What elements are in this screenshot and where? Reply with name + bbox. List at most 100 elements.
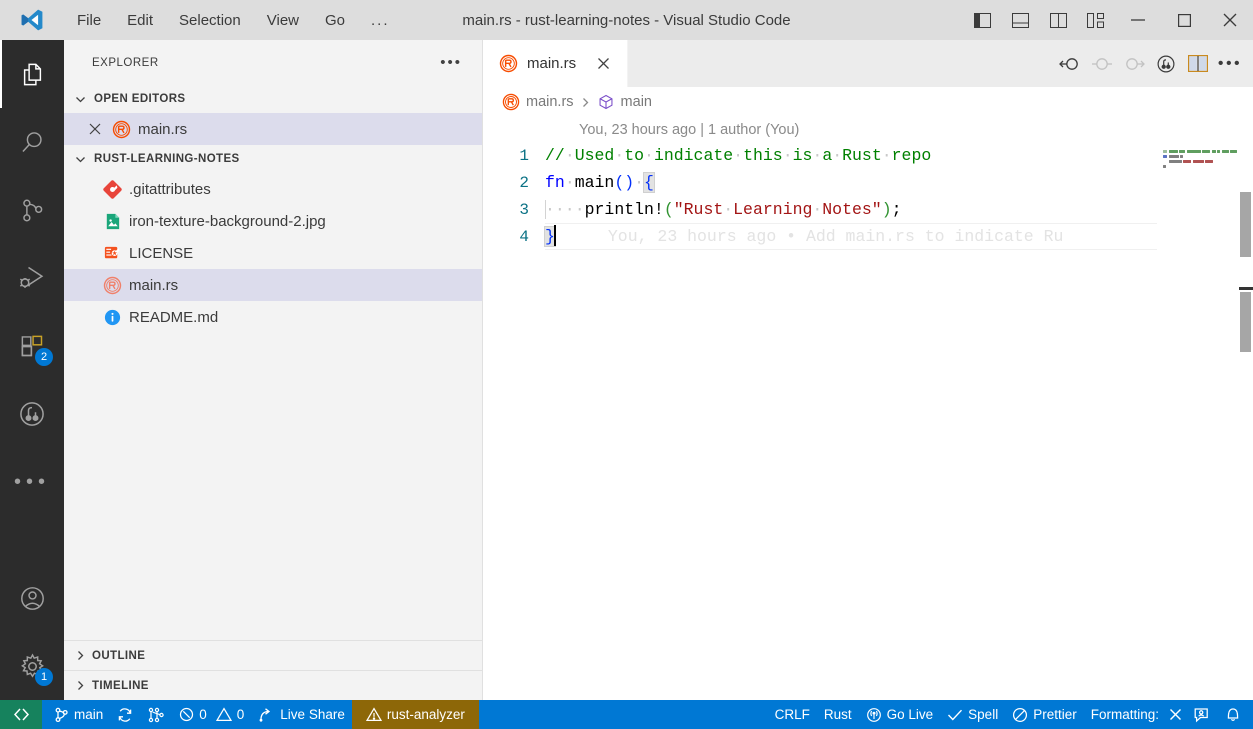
minimap-line [1163, 154, 1237, 158]
section-timeline-label: TIMELINE [92, 679, 149, 692]
breadcrumb-item-file[interactable]: main.rs [502, 93, 574, 111]
activity-item-additional-views[interactable]: ••• [0, 448, 64, 516]
editor-more-actions-icon[interactable]: ••• [1215, 47, 1245, 81]
code-line-4[interactable]: 4 } You, 23 hours ago • Add main.rs to in… [483, 223, 1253, 250]
line-content[interactable]: ····println!("Rust·Learning·Notes"); [545, 200, 902, 219]
menu-bar: File Edit Selection View Go ... [64, 0, 403, 40]
status-go-live-label: Go Live [886, 707, 934, 722]
status-problems[interactable]: 0 0 [172, 700, 251, 729]
status-go-live[interactable]: Go Live [859, 700, 941, 729]
breadcrumb-symbol-label: main [620, 94, 652, 110]
section-timeline[interactable]: TIMELINE [64, 670, 482, 700]
token-parens: ( [663, 200, 674, 219]
close-editor-icon[interactable] [86, 120, 104, 138]
status-live-share[interactable]: Live Share [251, 700, 352, 729]
section-outline[interactable]: OUTLINE [64, 640, 482, 670]
inline-blame-annotation[interactable]: You, 23 hours ago • Add main.rs to indic… [608, 227, 1063, 246]
activity-item-run-and-debug[interactable] [0, 244, 64, 312]
ellipsis-icon: ••• [13, 471, 50, 493]
toggle-panel-icon[interactable] [1001, 0, 1039, 40]
close-icon[interactable] [1169, 708, 1182, 721]
status-feedback[interactable] [1184, 700, 1219, 729]
open-changes-icon[interactable] [1151, 47, 1181, 81]
tab-close-icon[interactable] [593, 54, 613, 74]
status-language-mode[interactable]: Rust [817, 700, 859, 729]
split-editor-icon[interactable] [1183, 47, 1213, 81]
menu-selection[interactable]: Selection [166, 0, 254, 40]
chevron-down-icon [72, 151, 88, 167]
status-bar: main 0 0 Live Share rust-analyzer CRLF R… [0, 700, 1253, 729]
code-line-3[interactable]: 3 ····println!("Rust·Learning·Notes"); [483, 196, 1253, 223]
token-macro: println! [584, 200, 664, 219]
status-formatting[interactable]: Formatting: [1084, 700, 1184, 729]
status-prettier[interactable]: Prettier [1005, 700, 1084, 729]
token-function-name: main [574, 173, 615, 192]
status-spell-checker[interactable]: Spell [940, 700, 1005, 729]
status-remote-indicator[interactable] [0, 700, 42, 729]
toggle-primary-sidebar-icon[interactable] [963, 0, 1001, 40]
chevron-right-icon [580, 97, 591, 108]
close-button[interactable] [1207, 0, 1253, 40]
section-folder-rust-learning-notes[interactable]: RUST-LEARNING-NOTES [64, 145, 482, 173]
file-item-gitattributes[interactable]: .gitattributes [64, 173, 482, 205]
activity-item-search[interactable] [0, 108, 64, 176]
rust-file-icon [499, 54, 518, 73]
scrollbar-thumb-lower[interactable] [1240, 292, 1251, 352]
menu-go[interactable]: Go [312, 0, 358, 40]
token-comment: //·Used·to·indicate·this·is·a·Rust·repo [545, 146, 932, 165]
activity-item-extensions[interactable]: 2 [0, 312, 64, 380]
file-item-readme[interactable]: README.md [64, 301, 482, 333]
file-item-main-rs[interactable]: main.rs [64, 269, 482, 301]
current-change-icon[interactable] [1087, 47, 1117, 81]
decoration-mark [1239, 287, 1253, 290]
activity-item-manage[interactable]: 1 [0, 632, 64, 700]
activity-item-explorer[interactable] [0, 40, 64, 108]
chevron-right-icon [72, 648, 88, 664]
menu-view[interactable]: View [254, 0, 312, 40]
editor-scrollbar[interactable] [1239, 117, 1253, 700]
line-content[interactable]: fn·main()·{ [545, 172, 655, 193]
code-line-1[interactable]: 1 //·Used·to·indicate·this·is·a·Rust·rep… [483, 142, 1253, 169]
breadcrumb-item-symbol[interactable]: main [597, 93, 652, 111]
line-content[interactable]: //·Used·to·indicate·this·is·a·Rust·repo [545, 146, 931, 165]
status-eol[interactable]: CRLF [768, 700, 817, 729]
minimize-button[interactable] [1115, 0, 1161, 40]
live-share-icon [258, 707, 275, 723]
customize-layout-icon[interactable] [1077, 0, 1115, 40]
file-item-image[interactable]: iron-texture-background-2.jpg [64, 205, 482, 237]
open-editor-item-main-rs[interactable]: main.rs [64, 113, 482, 145]
menu-file[interactable]: File [64, 0, 114, 40]
status-sync-changes[interactable] [110, 700, 140, 729]
file-item-license[interactable]: LICENSE [64, 237, 482, 269]
scrollbar-thumb-upper[interactable] [1240, 192, 1251, 257]
code-editor[interactable]: You, 23 hours ago | 1 author (You) 1 //·… [483, 117, 1253, 700]
activity-item-accounts[interactable] [0, 564, 64, 632]
tab-main-rs[interactable]: main.rs [483, 40, 629, 87]
minimap[interactable] [1157, 117, 1239, 700]
rust-file-icon [502, 93, 520, 111]
sidebar-more-actions-icon[interactable]: ••• [440, 54, 470, 71]
maximize-button[interactable] [1161, 0, 1207, 40]
go-to-previous-change-icon[interactable] [1055, 47, 1085, 81]
line-number: 2 [519, 173, 529, 192]
account-icon [19, 585, 46, 612]
line-content[interactable]: } You, 23 hours ago • Add main.rs to indi… [544, 225, 1063, 247]
activity-item-source-control[interactable] [0, 176, 64, 244]
activity-item-github-pull-requests[interactable] [0, 380, 64, 448]
status-branch[interactable]: main [42, 700, 110, 729]
status-git-graph[interactable] [140, 700, 172, 729]
code-content[interactable]: You, 23 hours ago | 1 author (You) 1 //·… [483, 117, 1253, 700]
section-open-editors[interactable]: OPEN EDITORS [64, 85, 482, 113]
info-file-icon [102, 307, 122, 327]
code-line-2[interactable]: 2 fn·main()·{ [483, 169, 1253, 196]
status-rust-analyzer[interactable]: rust-analyzer [351, 700, 479, 729]
go-to-next-change-icon[interactable] [1119, 47, 1149, 81]
rust-file-icon [102, 275, 122, 295]
token-parens: () [614, 173, 635, 192]
menu-more[interactable]: ... [358, 0, 403, 40]
status-notifications[interactable] [1219, 700, 1253, 729]
minimap-line [1163, 164, 1237, 168]
menu-edit[interactable]: Edit [114, 0, 166, 40]
manage-badge: 1 [35, 668, 53, 686]
toggle-secondary-sidebar-icon[interactable] [1039, 0, 1077, 40]
